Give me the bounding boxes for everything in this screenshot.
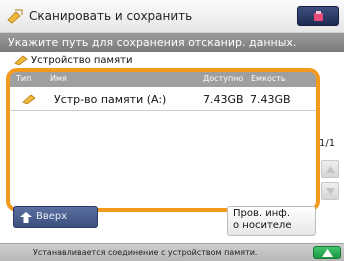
status-bar: Устанавливается соединение с устройством… <box>0 243 344 261</box>
title-bar: Сканировать и сохранить <box>0 0 344 33</box>
window-title: Сканировать и сохранить <box>29 9 193 23</box>
column-capacity[interactable]: Емкость <box>251 74 286 83</box>
list-item[interactable]: Устр-во памяти (A:) 7.43GB 7.43GB <box>10 88 316 110</box>
list-header: Тип Имя Доступно Емкость <box>10 72 316 87</box>
file-list: Тип Имя Доступно Емкость Устр-во памяти … <box>6 68 320 212</box>
up-button-label: Вверх <box>36 211 68 222</box>
column-available[interactable]: Доступно <box>203 74 243 83</box>
triangle-up-icon <box>322 249 333 257</box>
current-location-label: Устройство памяти <box>31 55 133 66</box>
item-available: 7.43GB <box>203 93 244 106</box>
arrow-up-icon <box>20 212 32 223</box>
triangle-up-icon <box>326 166 335 173</box>
status-message: Устанавливается соединение с устройством… <box>33 248 258 257</box>
page-indicator: 1/1 <box>319 138 336 149</box>
scroll-down-button[interactable] <box>321 182 339 200</box>
scroll-up-button[interactable] <box>321 160 339 178</box>
triangle-down-icon <box>326 188 335 195</box>
item-name: Устр-во памяти (A:) <box>54 93 167 106</box>
row-divider <box>10 110 316 111</box>
memory-stick-icon <box>22 94 36 104</box>
memory-stick-icon <box>14 55 28 65</box>
up-button[interactable]: Вверх <box>13 206 98 228</box>
check-media-info-label: Пров. инф. о носителе <box>233 208 292 231</box>
instruction-text: Укажите путь для сохранения отсканир. да… <box>8 36 297 49</box>
column-type[interactable]: Тип <box>16 74 31 83</box>
instruction-banner: Укажите путь для сохранения отсканир. да… <box>0 33 344 52</box>
status-monitor-button[interactable] <box>313 246 341 259</box>
counter-check-button[interactable] <box>297 6 339 26</box>
counter-check-icon <box>314 11 323 21</box>
column-name[interactable]: Имя <box>50 74 67 83</box>
item-capacity: 7.43GB <box>250 93 291 106</box>
check-media-info-button[interactable]: Пров. инф. о носителе <box>227 206 316 236</box>
scan-save-icon <box>7 9 23 24</box>
